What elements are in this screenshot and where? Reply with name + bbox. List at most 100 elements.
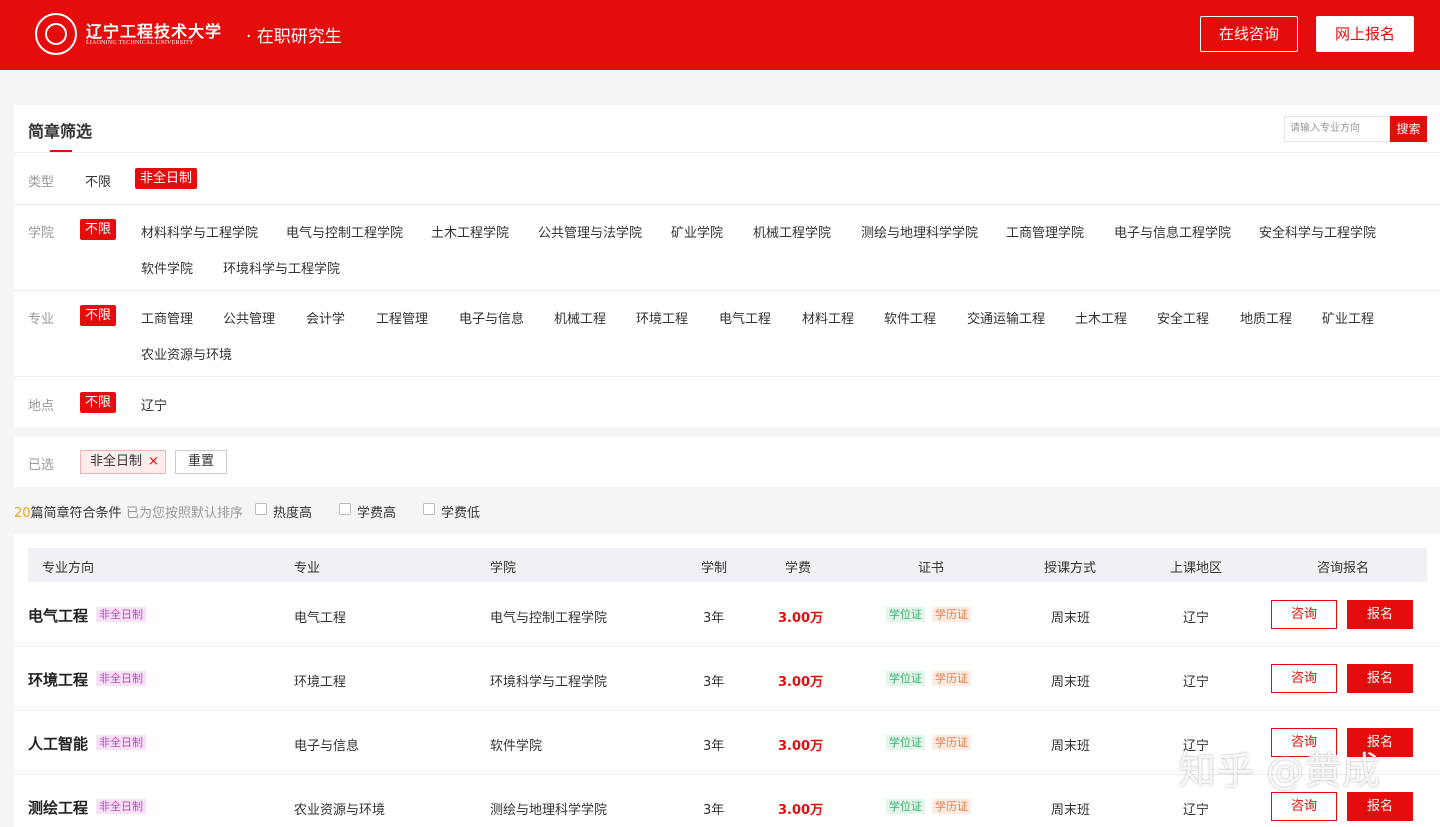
sort-fee-high-label[interactable]: 学费高: [357, 502, 396, 521]
row-college: 电气与控制工程学院: [490, 611, 608, 626]
college-option[interactable]: 工商管理学院: [1006, 222, 1084, 241]
col-cert: 证书: [918, 561, 945, 576]
college-option[interactable]: 电子与信息工程学院: [1114, 222, 1231, 241]
row-mode: 周末班: [1051, 803, 1091, 818]
part-time-badge: 非全日制: [96, 799, 146, 814]
sort-fee-low-label[interactable]: 学费低: [441, 502, 480, 521]
major-option[interactable]: 材料工程: [802, 308, 854, 327]
online-apply-button[interactable]: 网上报名: [1316, 16, 1414, 52]
part-time-badge: 非全日制: [96, 671, 146, 686]
major-search-input[interactable]: 请输入专业方向: [1284, 116, 1390, 142]
row-major: 农业资源与环境: [294, 803, 386, 818]
watermark: 知乎 @黄成: [1178, 749, 1381, 793]
major-option[interactable]: 农业资源与环境: [141, 344, 232, 363]
college-option[interactable]: 土木工程学院: [431, 222, 509, 241]
sort-popular-label[interactable]: 热度高: [273, 502, 312, 521]
row-direction[interactable]: 人工智能: [28, 733, 88, 754]
sort-fee-high-checkbox[interactable]: [339, 503, 351, 515]
type-label: 类型: [28, 175, 55, 190]
site-header: 辽宁工程技术大学 LIAONING TECHNICAL UNIVERSITY ·…: [0, 0, 1440, 70]
major-option[interactable]: 安全工程: [1157, 308, 1209, 327]
college-option-all[interactable]: 不限: [80, 219, 117, 240]
major-option[interactable]: 交通运输工程: [967, 308, 1045, 327]
degree-cert-badge: 学位证: [886, 671, 925, 686]
row-consult-button[interactable]: 咨询: [1271, 600, 1337, 629]
degree-cert-badge: 学位证: [886, 799, 925, 814]
row-apply-button[interactable]: 报名: [1347, 600, 1413, 629]
major-option[interactable]: 地质工程: [1240, 308, 1292, 327]
result-count-text: 篇简章符合条件: [30, 506, 122, 521]
major-option[interactable]: 软件工程: [884, 308, 936, 327]
row-years: 3年: [703, 611, 725, 626]
university-logo-icon[interactable]: [35, 13, 77, 55]
col-college: 学院: [490, 561, 517, 576]
major-option[interactable]: 工商管理: [141, 308, 193, 327]
divider: [14, 290, 1440, 291]
row-region: 辽宁: [1183, 611, 1210, 626]
type-option-part-time[interactable]: 非全日制: [135, 168, 198, 189]
row-direction[interactable]: 环境工程: [28, 669, 88, 690]
row-college: 环境科学与工程学院: [490, 675, 608, 690]
sort-popular-checkbox[interactable]: [255, 503, 267, 515]
college-option[interactable]: 环境科学与工程学院: [223, 258, 340, 277]
col-fee: 学费: [785, 561, 812, 576]
result-count-number: 20: [14, 506, 31, 521]
row-consult-button[interactable]: 咨询: [1271, 792, 1337, 821]
row-years: 3年: [703, 675, 725, 690]
row-fee: 3.00万: [778, 803, 824, 818]
row-mode: 周末班: [1051, 675, 1091, 690]
selected-filter-chip[interactable]: 非全日制 ×: [80, 450, 166, 474]
online-consult-button[interactable]: 在线咨询: [1200, 16, 1298, 52]
major-option[interactable]: 土木工程: [1075, 308, 1127, 327]
col-major: 专业: [294, 561, 321, 576]
part-time-badge: 非全日制: [96, 735, 146, 750]
major-option[interactable]: 工程管理: [376, 308, 428, 327]
search-button[interactable]: 搜索: [1390, 116, 1427, 142]
type-option-all[interactable]: 不限: [85, 171, 111, 190]
major-option[interactable]: 电气工程: [719, 308, 771, 327]
close-icon[interactable]: ×: [148, 454, 159, 469]
col-direction: 专业方向: [42, 561, 95, 576]
major-option-all[interactable]: 不限: [80, 305, 117, 326]
selected-filters-bar: [14, 437, 1440, 487]
major-option[interactable]: 机械工程: [554, 308, 606, 327]
chip-label: 非全日制: [90, 454, 143, 469]
college-option[interactable]: 机械工程学院: [753, 222, 831, 241]
header-subtitle: · 在职研究生: [246, 27, 342, 47]
location-option[interactable]: 辽宁: [141, 395, 167, 414]
major-option[interactable]: 环境工程: [636, 308, 688, 327]
reset-button[interactable]: 重置: [175, 450, 227, 474]
college-option[interactable]: 矿业学院: [671, 222, 723, 241]
major-option[interactable]: 电子与信息: [459, 308, 524, 327]
col-action: 咨询报名: [1317, 561, 1370, 576]
row-apply-button[interactable]: 报名: [1347, 792, 1413, 821]
row-divider: [14, 710, 1440, 711]
degree-cert-badge: 学位证: [886, 735, 925, 750]
divider: [14, 152, 1440, 153]
college-option[interactable]: 测绘与地理科学学院: [861, 222, 978, 241]
major-option[interactable]: 公共管理: [223, 308, 275, 327]
row-fee: 3.00万: [778, 675, 824, 690]
college-label: 学院: [28, 226, 55, 241]
sort-fee-low-checkbox[interactable]: [423, 503, 435, 515]
row-direction[interactable]: 测绘工程: [28, 797, 88, 818]
row-consult-button[interactable]: 咨询: [1271, 664, 1337, 693]
location-option-all[interactable]: 不限: [80, 392, 117, 413]
school-name-cn[interactable]: 辽宁工程技术大学: [86, 18, 222, 42]
row-region: 辽宁: [1183, 803, 1210, 818]
college-option[interactable]: 软件学院: [141, 258, 193, 277]
row-direction[interactable]: 电气工程: [28, 605, 88, 626]
college-option[interactable]: 公共管理与法学院: [538, 222, 642, 241]
college-option[interactable]: 电气与控制工程学院: [286, 222, 403, 241]
college-option[interactable]: 材料科学与工程学院: [141, 222, 258, 241]
row-apply-button[interactable]: 报名: [1347, 664, 1413, 693]
selected-label: 已选: [28, 458, 55, 473]
major-option[interactable]: 矿业工程: [1322, 308, 1374, 327]
diploma-cert-badge: 学历证: [932, 607, 971, 622]
row-college: 测绘与地理科学学院: [490, 803, 608, 818]
row-major: 电子与信息: [294, 739, 360, 754]
major-option[interactable]: 会计学: [306, 308, 345, 327]
row-mode: 周末班: [1051, 611, 1091, 626]
row-major: 电气工程: [294, 611, 347, 626]
college-option[interactable]: 安全科学与工程学院: [1259, 222, 1376, 241]
